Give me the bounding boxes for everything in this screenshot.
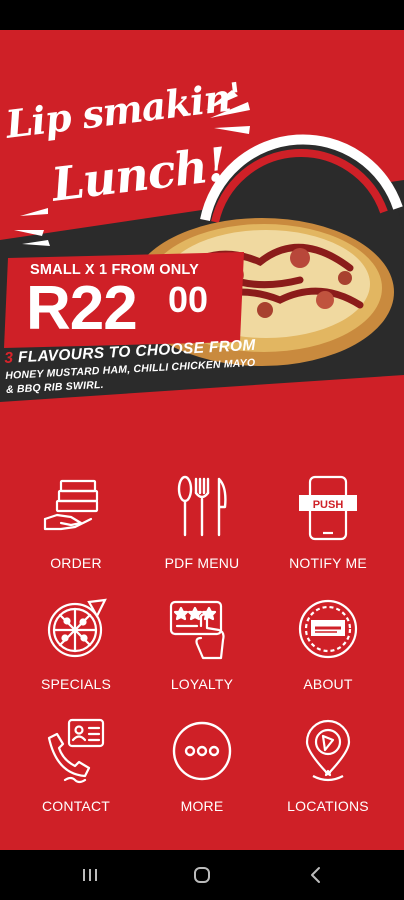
system-nav-bar [0, 850, 404, 900]
menu-pdf-menu-label: PDF MENU [164, 555, 240, 571]
recent-apps-button[interactable] [70, 860, 110, 890]
menu-locations-button[interactable]: LOCATIONS [263, 718, 393, 828]
status-bar [0, 0, 404, 30]
loyalty-card-icon [167, 596, 237, 662]
menu-about-label: ABOUT [303, 676, 353, 692]
more-icon [167, 718, 237, 784]
price-box: SMALL X 1 FROM ONLY R22 00 [8, 252, 244, 342]
menu-more-label: MORE [180, 798, 224, 814]
menu-specials-button[interactable]: SPECIALS [11, 596, 141, 706]
pizza-icon [41, 596, 111, 662]
recent-apps-icon [83, 869, 97, 881]
menu-contact-label: CONTACT [41, 798, 111, 814]
push-phone-icon: PUSH [293, 475, 363, 541]
brand-logo-icon [293, 596, 363, 662]
home-button[interactable] [182, 860, 222, 890]
menu-order-button[interactable]: ORDER [11, 475, 141, 585]
menu-about-button[interactable]: ABOUT [263, 596, 393, 706]
menu-order-label: ORDER [50, 555, 102, 571]
menu-locations-label: LOCATIONS [287, 798, 369, 814]
push-text: PUSH [313, 499, 344, 511]
location-pin-icon [293, 718, 363, 784]
menu-notify-me-label: NOTIFY ME [289, 555, 367, 571]
menu-pdf-menu-button[interactable]: PDF MENU [137, 475, 267, 585]
menu-loyalty-label: LOYALTY [170, 676, 234, 692]
promo-banner[interactable]: Lip smakin' Lunch! SMALL X 1 FROM ONLY R… [0, 30, 404, 420]
menu-notify-me-button[interactable]: PUSH NOTIFY ME [263, 475, 393, 585]
back-button[interactable] [296, 860, 336, 890]
price-amount: R22 [26, 274, 138, 343]
menu-specials-label: SPECIALS [40, 676, 112, 692]
price-cents: 00 [168, 279, 209, 320]
menu-more-button[interactable]: MORE [137, 718, 267, 828]
fork-knife-icon [167, 475, 237, 541]
app-screen: Lip smakin' Lunch! SMALL X 1 FROM ONLY R… [0, 30, 404, 850]
menu-contact-button[interactable]: CONTACT [11, 718, 141, 828]
back-icon [311, 867, 320, 883]
order-icon [41, 475, 111, 541]
home-icon [194, 867, 210, 883]
menu-loyalty-button[interactable]: LOYALTY [137, 596, 267, 706]
phone-contact-icon [41, 718, 111, 784]
